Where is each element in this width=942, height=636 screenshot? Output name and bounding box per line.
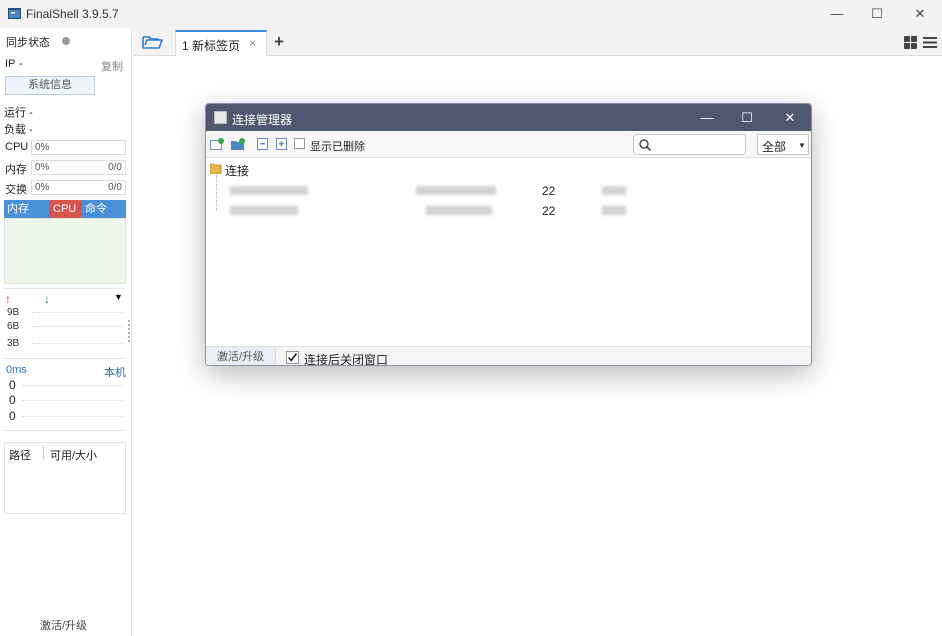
connection-port: 22 [542, 184, 556, 198]
connection-manager-dialog: 连接管理器 — ☐ ✕ 显示已删除 全部 ▼ 连接 22 22 激活/升级 连接… [205, 103, 812, 366]
memory-usage-value: 0% [35, 162, 50, 173]
copy-ip-link[interactable]: 复制 [101, 58, 123, 74]
menu-icon[interactable] [923, 36, 937, 49]
tab-process-command[interactable]: 命令 [82, 200, 126, 218]
process-tabs: 内存 CPU 命令 [4, 200, 126, 218]
ip-value: - [19, 58, 23, 70]
upload-arrow-icon: ↑ [5, 292, 11, 306]
close-after-connect-checkbox[interactable] [286, 351, 299, 364]
show-deleted-checkbox[interactable] [294, 138, 305, 149]
swap-usage-value: 0% [35, 182, 50, 193]
filter-select-value: 全部 [762, 140, 787, 154]
dialog-maximize-button[interactable]: ☐ [732, 108, 762, 128]
tab-process-cpu[interactable]: CPU [50, 200, 82, 218]
search-input[interactable] [654, 137, 742, 152]
chevron-down-icon: ▼ [798, 141, 806, 150]
cpu-usage-bar: 0% [31, 140, 126, 155]
ping-value: 0 [9, 393, 16, 407]
net-scale-label: 9B [7, 307, 20, 318]
title-bar: FinalShell 3.9.5.7 — ☐ ✕ [0, 0, 942, 28]
net-scale-label: 6B [7, 321, 20, 332]
ping-value: 0 [9, 409, 16, 423]
uptime-label: 运行 - [4, 107, 33, 119]
tab-label: 1 新标签页 [182, 39, 241, 53]
dialog-close-button[interactable]: ✕ [775, 108, 805, 128]
ping-value: 0 [9, 378, 16, 392]
collapse-all-icon[interactable] [256, 138, 270, 150]
window-title: FinalShell 3.9.5.7 [26, 7, 119, 21]
server-status-panel: 同步状态 IP - 复制 系统信息 运行 - 负载 - CPU 0% 内存 0%… [0, 28, 132, 636]
connection-port: 22 [542, 204, 556, 218]
memory-usage-ratio: 0/0 [108, 162, 122, 173]
sync-status-label: 同步状态 [6, 37, 50, 49]
new-connection-icon[interactable] [210, 138, 224, 150]
activate-upgrade-link[interactable]: 激活/升级 [40, 617, 87, 633]
cpu-label: CPU [5, 141, 29, 153]
disk-column-size: 可用/大小 [50, 450, 98, 462]
process-list[interactable] [4, 218, 126, 284]
folder-open-icon[interactable] [142, 34, 163, 50]
load-label: 负载 - [4, 124, 33, 136]
tree-guide-line [216, 175, 217, 211]
network-interface-dropdown-icon[interactable]: ▼ [114, 292, 123, 302]
disk-table[interactable]: 路径 可用/大小 [4, 442, 126, 514]
dialog-app-icon [214, 111, 227, 124]
close-button[interactable]: ✕ [905, 4, 935, 24]
grid-layout-icon[interactable] [904, 36, 917, 49]
panel-resize-handle[interactable] [128, 320, 130, 342]
download-arrow-icon: ↓ [44, 292, 50, 306]
ip-label: IP [5, 58, 16, 70]
app-logo-icon [8, 8, 21, 19]
disk-column-path: 路径 [9, 450, 31, 462]
dialog-activate-upgrade-button[interactable]: 激活/升级 [206, 347, 276, 365]
sync-status-dot-icon [62, 37, 70, 45]
maximize-button[interactable]: ☐ [862, 4, 892, 24]
new-folder-icon[interactable] [231, 138, 245, 150]
cpu-usage-value: 0% [35, 142, 50, 153]
dialog-title: 连接管理器 [232, 113, 293, 127]
dialog-footer: 激活/升级 连接后关闭窗口 [206, 346, 811, 366]
search-box[interactable] [633, 134, 746, 155]
tab-new-tab[interactable]: 1 新标签页 × [175, 30, 267, 56]
memory-label: 内存 [5, 164, 27, 176]
search-icon [639, 139, 651, 151]
minimize-button[interactable]: — [822, 4, 852, 24]
tab-close-icon[interactable]: × [249, 36, 256, 50]
session-tab-bar: 1 新标签页 × + [133, 28, 942, 56]
connection-tree[interactable]: 连接 22 22 [206, 158, 811, 346]
swap-usage-bar: 0% 0/0 [31, 180, 126, 195]
add-tab-icon[interactable]: + [274, 32, 284, 52]
net-scale-label: 3B [7, 338, 20, 349]
close-after-connect-label: 连接后关闭窗口 [304, 353, 389, 366]
table-row[interactable]: 22 [226, 182, 806, 200]
swap-usage-ratio: 0/0 [108, 182, 122, 193]
swap-label: 交换 [5, 184, 27, 196]
system-info-button[interactable]: 系统信息 [5, 76, 95, 95]
expand-all-icon[interactable] [275, 138, 289, 150]
table-row[interactable]: 22 [226, 202, 806, 220]
dialog-title-bar: 连接管理器 — ☐ ✕ [206, 104, 811, 131]
filter-select[interactable]: 全部 ▼ [757, 134, 809, 155]
ping-host-label[interactable]: 本机 [104, 364, 126, 380]
dialog-toolbar: 显示已删除 全部 ▼ [206, 131, 811, 158]
memory-usage-bar: 0% 0/0 [31, 160, 126, 175]
tree-folder-label[interactable]: 连接 [225, 162, 249, 179]
show-deleted-label: 显示已删除 [310, 141, 365, 153]
dialog-minimize-button[interactable]: — [692, 108, 722, 128]
folder-icon [210, 163, 222, 174]
tab-process-memory[interactable]: 内存 [4, 200, 50, 218]
ping-latency-label: 0ms [6, 364, 27, 376]
